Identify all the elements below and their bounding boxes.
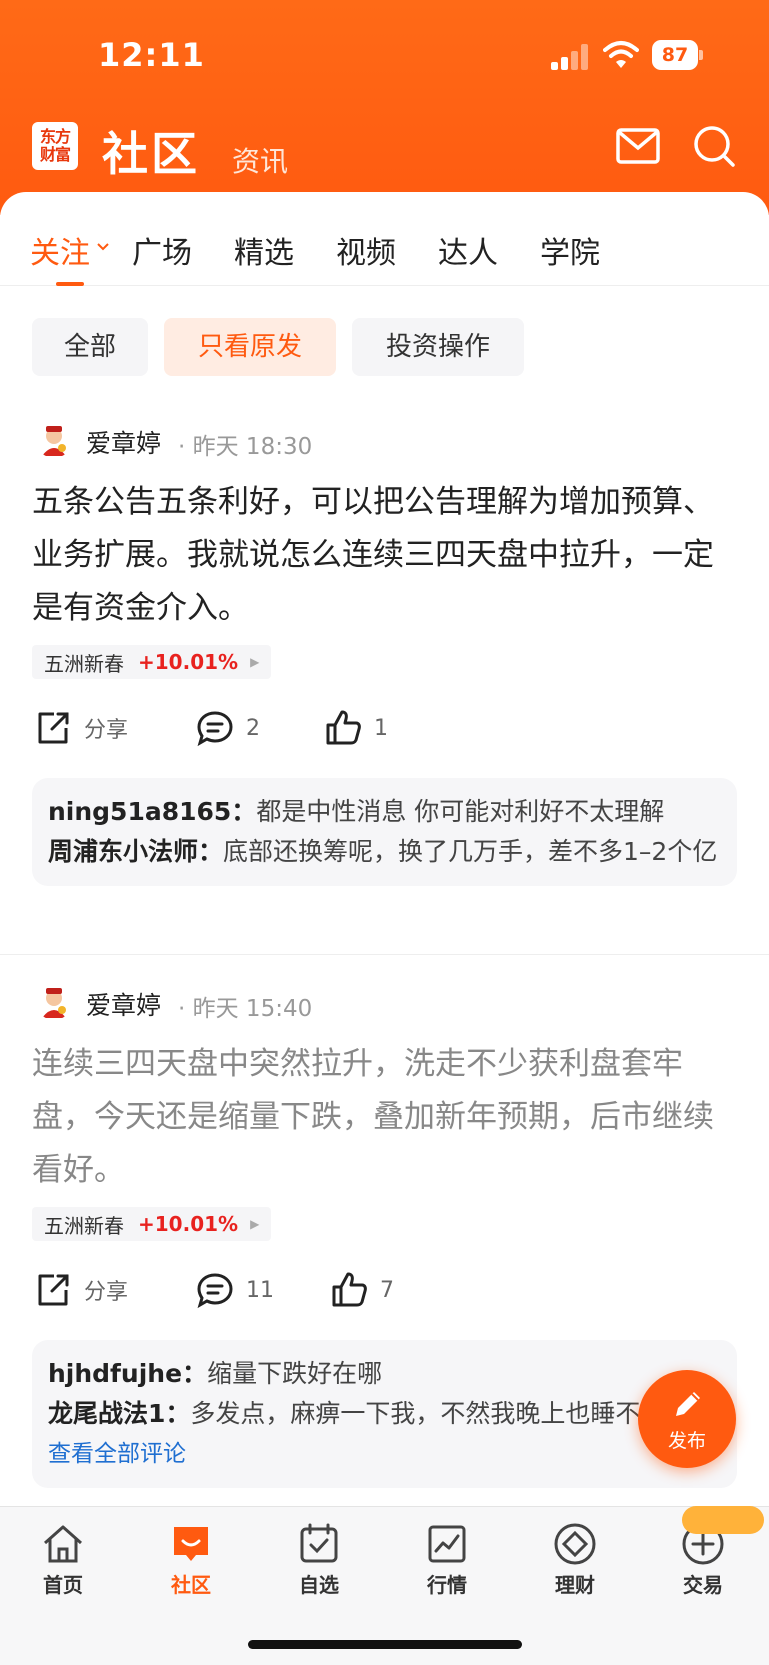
see-all-comments-link[interactable]: 查看全部评论: [48, 1434, 721, 1474]
comment-icon: [197, 1273, 233, 1309]
like-button[interactable]: 1: [324, 708, 388, 748]
stock-change: +10.01%: [138, 650, 239, 674]
mail-icon[interactable]: [616, 128, 660, 164]
publish-label: 发布: [667, 1429, 706, 1452]
like-count: 7: [380, 1277, 394, 1303]
post-divider: [0, 954, 769, 955]
comment-user[interactable]: 周浦东小法师：: [48, 837, 223, 866]
comment-item[interactable]: ning51a8165：都是中性消息 你可能对利好不太理解: [48, 792, 721, 832]
post-text[interactable]: 五条公告五条利好，可以把公告理解为增加预算、业务扩展。我就说怎么连续三四天盘中拉…: [32, 476, 737, 635]
nav-market[interactable]: 行情: [402, 1521, 492, 1598]
nav-label: 社区: [171, 1573, 211, 1597]
chevron-down-icon[interactable]: [96, 242, 110, 252]
tab-square[interactable]: 广场: [132, 228, 192, 272]
watchlist-icon: [300, 1523, 338, 1563]
share-icon: [38, 712, 69, 744]
comment-count: 2: [246, 715, 260, 741]
logo-text-bottom: 财富: [39, 145, 71, 164]
nav-label: 交易: [683, 1573, 723, 1597]
publish-button[interactable]: 发布: [638, 1370, 736, 1468]
wifi-icon: [603, 41, 639, 68]
stock-name: 五洲新春: [44, 651, 124, 676]
logo-text-top: 东方: [39, 127, 71, 146]
post-time: · 昨天 18:30: [178, 434, 313, 460]
community-feed: 关注 广场 精选 视频 达人 学院 全部 只看原发 投资操作 爱章婷 · 昨天 …: [0, 192, 769, 1507]
nav-label: 首页: [43, 1573, 83, 1597]
battery-level: 87: [661, 44, 689, 66]
comment-button[interactable]: 2: [196, 708, 260, 748]
share-button[interactable]: 分享: [34, 708, 128, 748]
comment-text: 缩量下跌好在哪: [207, 1359, 383, 1388]
comment-text: 多发点，麻痹一下我，不然我晚上也睡不着了: [190, 1399, 691, 1428]
stock-change: +10.01%: [138, 1212, 239, 1236]
share-label: 分享: [84, 718, 129, 743]
avatar[interactable]: [36, 984, 72, 1020]
comment-icon: [197, 711, 233, 747]
page-title[interactable]: 社区: [102, 118, 200, 184]
nav-label: 自选: [299, 1573, 339, 1597]
nav-label: 行情: [427, 1573, 467, 1597]
tab-experts[interactable]: 达人: [438, 228, 498, 272]
post-author[interactable]: 爱章婷: [86, 986, 161, 1022]
avatar-icon: [42, 988, 66, 1018]
app-logo[interactable]: 东方 财富: [32, 122, 78, 170]
promo-badge[interactable]: [682, 1506, 764, 1534]
comment-user[interactable]: 龙尾战法1：: [48, 1399, 190, 1428]
cellular-signal-icon: [551, 44, 591, 70]
feed-tabs: 关注 广场 精选 视频 达人 学院: [0, 192, 769, 286]
comment-text: 都是中性消息 你可能对利好不太理解: [256, 797, 665, 826]
share-icon: [38, 1274, 69, 1306]
nav-community[interactable]: 社区: [146, 1521, 236, 1598]
avatar[interactable]: [36, 422, 72, 458]
nav-label: 理财: [555, 1573, 595, 1597]
community-icon: [174, 1527, 208, 1561]
post-text[interactable]: 连续三四天盘中突然拉升，洗走不少获利盘套牢盘，今天还是缩量下跌，叠加新年预期，后…: [32, 1038, 737, 1197]
comment-item[interactable]: 周浦东小法师：底部还换筹呢，换了几万手，差不多1–2个亿: [48, 832, 721, 872]
app-header: 12:11 87 东方 财富 社区 资讯: [0, 0, 769, 215]
post-time: · 昨天 15:40: [178, 996, 313, 1022]
comment-text: 底部还换筹呢，换了几万手，差不多1–2个亿: [223, 837, 718, 866]
tab-academy[interactable]: 学院: [540, 228, 600, 272]
avatar-icon: [42, 426, 66, 456]
tab-news[interactable]: 资讯: [232, 140, 288, 180]
nav-wealth[interactable]: 理财: [530, 1521, 620, 1598]
home-icon: [44, 1525, 82, 1563]
comment-user[interactable]: ning51a8165：: [48, 797, 256, 826]
wealth-icon: [554, 1523, 596, 1565]
filter-investment-ops[interactable]: 投资操作: [352, 318, 524, 376]
battery-indicator: 87: [652, 40, 703, 70]
comment-preview[interactable]: ning51a8165：都是中性消息 你可能对利好不太理解 周浦东小法师：底部还…: [32, 778, 737, 886]
filter-original-only[interactable]: 只看原发: [164, 318, 336, 376]
nav-home[interactable]: 首页: [18, 1521, 108, 1598]
market-icon: [428, 1525, 466, 1563]
share-button[interactable]: 分享: [34, 1270, 128, 1310]
active-tab-indicator: [56, 282, 84, 286]
stock-tag[interactable]: 五洲新春 +10.01% ▶: [32, 1207, 272, 1241]
like-button[interactable]: 7: [330, 1270, 394, 1310]
search-icon[interactable]: [692, 124, 736, 168]
stock-name: 五洲新春: [44, 1213, 124, 1238]
tab-following[interactable]: 关注: [30, 228, 90, 272]
share-label: 分享: [84, 1280, 129, 1305]
thumbs-up-icon: [326, 710, 361, 745]
tab-video[interactable]: 视频: [336, 228, 396, 272]
nav-watchlist[interactable]: 自选: [274, 1521, 364, 1598]
status-time: 12:11: [98, 36, 205, 74]
post-author[interactable]: 爱章婷: [86, 424, 161, 460]
comment-user[interactable]: hjhdfujhe：: [48, 1359, 207, 1388]
comment-item[interactable]: 龙尾战法1：多发点，麻痹一下我，不然我晚上也睡不着了: [48, 1394, 721, 1434]
comment-count: 11: [246, 1277, 274, 1303]
comment-item[interactable]: hjhdfujhe：缩量下跌好在哪: [48, 1354, 721, 1394]
thumbs-up-icon: [332, 1272, 367, 1307]
home-indicator: [248, 1640, 522, 1649]
stock-tag[interactable]: 五洲新春 +10.01% ▶: [32, 645, 272, 679]
play-arrow-icon: ▶: [250, 1217, 260, 1231]
comment-preview[interactable]: hjhdfujhe：缩量下跌好在哪 龙尾战法1：多发点，麻痹一下我，不然我晚上也…: [32, 1340, 737, 1488]
like-count: 1: [374, 715, 388, 741]
comment-button[interactable]: 11: [196, 1270, 274, 1310]
pencil-icon: [676, 1391, 700, 1416]
filter-all[interactable]: 全部: [32, 318, 148, 376]
play-arrow-icon: ▶: [250, 655, 260, 669]
tab-featured[interactable]: 精选: [234, 228, 294, 272]
